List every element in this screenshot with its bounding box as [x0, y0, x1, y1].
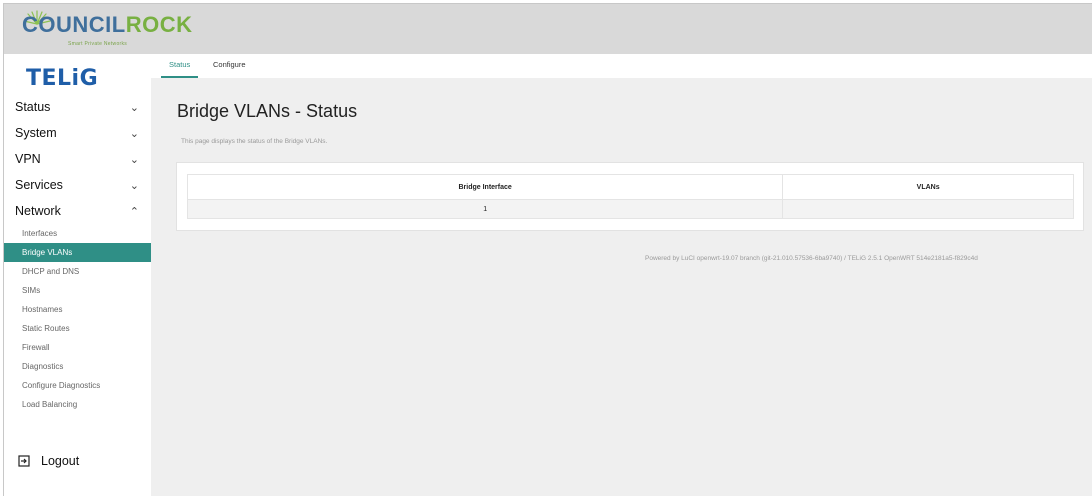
sidebar-item-label: VPN — [15, 152, 41, 166]
network-submenu: Interfaces Bridge VLANs DHCP and DNS SIM… — [4, 224, 151, 414]
sidebar: TELiG Status ⌄ System ⌄ VPN ⌄ Services ⌄… — [4, 54, 151, 496]
sidebar-item-load-balancing[interactable]: Load Balancing — [4, 395, 151, 414]
sidebar-item-dhcp-dns[interactable]: DHCP and DNS — [4, 262, 151, 281]
chevron-down-icon: ⌄ — [129, 101, 139, 114]
page-title: Bridge VLANs - Status — [177, 101, 358, 121]
tab-configure[interactable]: Configure — [213, 60, 246, 69]
sidebar-item-label: System — [15, 126, 57, 140]
column-header-vlans: VLANs — [782, 174, 1074, 200]
cell-bridge-interface: 1 — [186, 199, 784, 219]
logout-icon — [18, 455, 30, 467]
tab-status[interactable]: Status — [161, 60, 199, 78]
sidebar-item-system[interactable]: System ⌄ — [4, 120, 151, 146]
cell-vlans — [782, 199, 1074, 219]
page-description: This page displays the status of the Bri… — [181, 138, 328, 145]
chevron-down-icon: ⌄ — [129, 127, 139, 140]
sidebar-item-firewall[interactable]: Firewall — [4, 338, 151, 357]
sidebar-item-label: Services — [15, 178, 63, 192]
logo-tagline: Smart Private Networks — [68, 41, 128, 47]
chevron-down-icon: ⌄ — [129, 179, 139, 192]
footer-version: Powered by LuCI openwrt-19.07 branch (gi… — [645, 255, 978, 262]
logout-label: Logout — [41, 454, 80, 468]
sidebar-item-hostnames[interactable]: Hostnames — [4, 300, 151, 319]
chevron-down-icon: ⌄ — [129, 153, 139, 166]
table-row: 1 — [186, 199, 1074, 219]
sidebar-item-label: Network — [15, 204, 61, 218]
sidebar-item-configure-diagnostics[interactable]: Configure Diagnostics — [4, 376, 151, 395]
sidebar-item-label: Status — [15, 100, 51, 114]
top-banner: COUNCILROCK Smart Private Networks — [4, 4, 1092, 54]
sidebar-item-static-routes[interactable]: Static Routes — [4, 319, 151, 338]
sidebar-menu: Status ⌄ System ⌄ VPN ⌄ Services ⌄ Netwo… — [4, 94, 151, 414]
sidebar-item-status[interactable]: Status ⌄ — [4, 94, 151, 120]
status-card: Bridge Interface VLANs 1 — [176, 162, 1084, 231]
logo-council: COUNCIL — [22, 12, 126, 37]
bridge-vlans-table: Bridge Interface VLANs 1 — [186, 174, 1074, 219]
main-content: Status Configure Bridge VLANs - Status T… — [151, 54, 1092, 496]
sidebar-item-services[interactable]: Services ⌄ — [4, 172, 151, 198]
sidebar-item-bridge-vlans[interactable]: Bridge VLANs — [4, 243, 151, 262]
table-header-row: Bridge Interface VLANs — [186, 174, 1074, 200]
tab-bar: Status Configure — [151, 54, 1092, 78]
telig-brand[interactable]: TELiG — [26, 66, 98, 91]
chevron-up-icon: ⌃ — [129, 205, 139, 218]
logo-wordmark: COUNCILROCK — [16, 13, 193, 37]
sidebar-item-diagnostics[interactable]: Diagnostics — [4, 357, 151, 376]
app-frame: COUNCILROCK Smart Private Networks TELiG… — [3, 3, 1092, 496]
logo-rock: ROCK — [125, 12, 193, 37]
column-header-bridge-interface: Bridge Interface — [186, 174, 784, 200]
sidebar-item-network[interactable]: Network ⌃ — [4, 198, 151, 224]
councilrock-logo[interactable]: COUNCILROCK Smart Private Networks — [16, 10, 193, 47]
sidebar-item-sims[interactable]: SIMs — [4, 281, 151, 300]
sidebar-item-vpn[interactable]: VPN ⌄ — [4, 146, 151, 172]
logout-button[interactable]: Logout — [18, 454, 79, 468]
sidebar-item-interfaces[interactable]: Interfaces — [4, 224, 151, 243]
